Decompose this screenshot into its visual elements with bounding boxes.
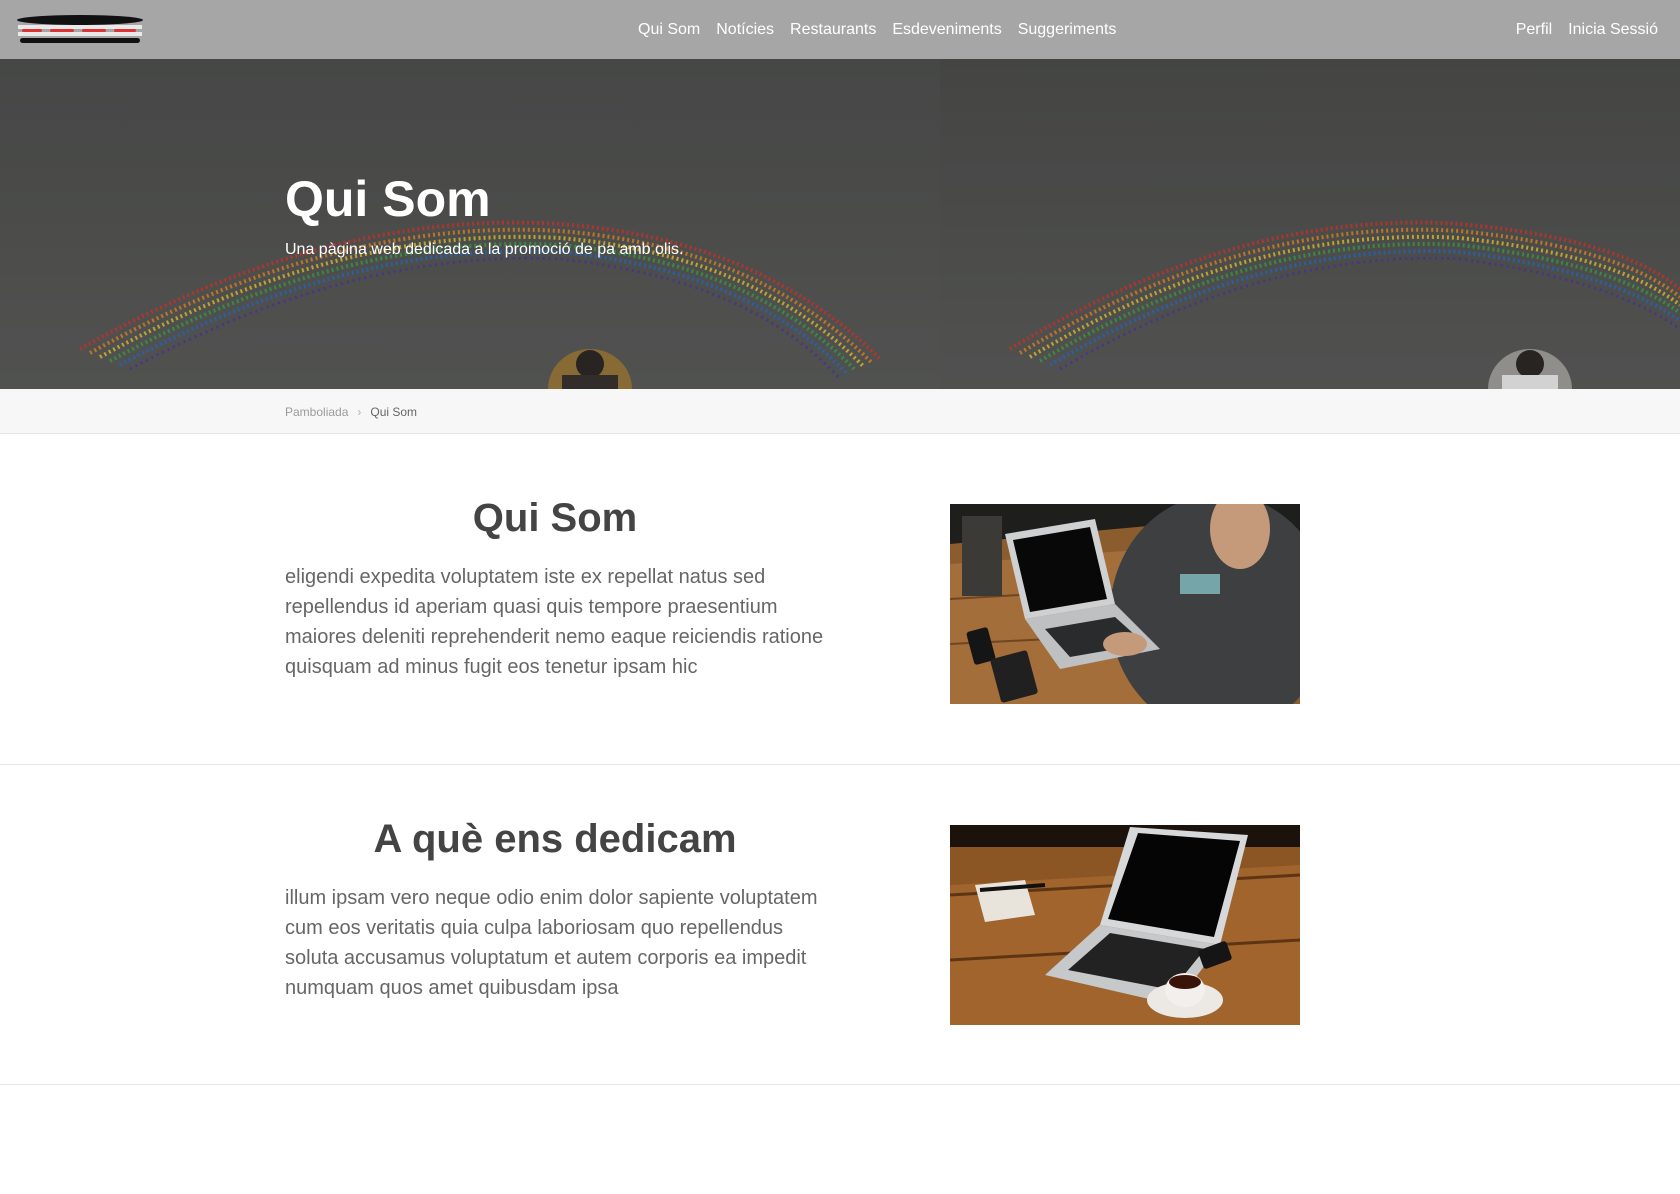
breadcrumb-current: Qui Som — [370, 404, 418, 419]
nav-link-perfil[interactable]: Perfil — [1508, 21, 1560, 39]
about-section: Qui Som eligendi expedita voluptatem ist… — [0, 434, 1680, 765]
nav-link-qui-som[interactable]: Qui Som — [630, 21, 708, 39]
about-title: Qui Som — [472, 496, 638, 540]
main-nav: Qui Som Notícies Restaurants Esdevenimen… — [630, 0, 1124, 59]
laptop-and-coffee-photo — [950, 825, 1300, 1025]
about-body: eligendi expedita voluptatem iste ex rep… — [285, 566, 824, 678]
account-nav: Perfil Inicia Sessió — [1508, 0, 1666, 59]
about-text-block: Qui Som eligendi expedita voluptatem ist… — [285, 494, 825, 682]
nav-link-noticies[interactable]: Notícies — [708, 21, 782, 39]
breadcrumb: Pamboliada › Qui Som — [285, 389, 417, 434]
nav-link-esdeveniments[interactable]: Esdeveniments — [884, 21, 1009, 39]
person-using-laptop-photo — [950, 504, 1300, 704]
hero-subtitle: Una pàgina web dedicada a la promoció de… — [285, 241, 684, 258]
mission-title: A què ens dedicam — [373, 817, 737, 861]
mission-body: illum ipsam vero neque odio enim dolor s… — [285, 887, 818, 999]
mission-text-block: A què ens dedicam illum ipsam vero neque… — [285, 815, 825, 1003]
hero-banner: Qui Som Una pàgina web dedicada a la pro… — [0, 59, 1680, 389]
site-logo[interactable] — [16, 14, 144, 46]
top-navbar: Qui Som Notícies Restaurants Esdevenimen… — [0, 0, 1680, 59]
nav-link-suggeriments[interactable]: Suggeriments — [1010, 21, 1125, 39]
hero-dark-overlay — [0, 59, 1680, 389]
breadcrumb-home-link[interactable]: Pamboliada — [285, 405, 348, 419]
breadcrumb-separator-icon: › — [357, 404, 362, 419]
nav-link-login[interactable]: Inicia Sessió — [1560, 21, 1666, 39]
nav-link-restaurants[interactable]: Restaurants — [782, 21, 884, 39]
hero-title: Qui Som — [285, 171, 491, 227]
breadcrumb-bar: Pamboliada › Qui Som — [0, 389, 1680, 434]
mission-section: A què ens dedicam illum ipsam vero neque… — [0, 765, 1680, 1085]
